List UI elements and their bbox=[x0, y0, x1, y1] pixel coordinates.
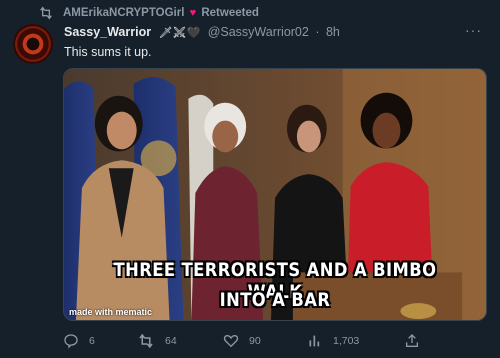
retweet-icon bbox=[139, 333, 153, 349]
name-emojis: 🗡⚔🖤 bbox=[158, 27, 201, 39]
user-handle[interactable]: @SassyWarrior02 bbox=[208, 25, 309, 39]
retweet-count: 64 bbox=[165, 335, 177, 347]
like-icon bbox=[223, 334, 239, 348]
retweet-label[interactable]: AMErikaNCRYPTOGirl ♥ Retweeted bbox=[63, 7, 259, 19]
more-icon[interactable]: ··· bbox=[465, 22, 482, 38]
views-button[interactable]: 1,703 bbox=[307, 332, 359, 350]
tweet-actions: 6 64 90 1,703 bbox=[63, 332, 463, 350]
timestamp[interactable]: 8h bbox=[326, 25, 340, 39]
retweet-context: AMErikaNCRYPTOGirl ♥ Retweeted bbox=[0, 0, 500, 26]
tweet-header: Sassy_Warrior 🗡⚔🖤 @SassyWarrior02 · 8h bbox=[64, 25, 340, 43]
tweet-media[interactable]: THREE TERRORISTS AND A BIMBO WALK INTO A… bbox=[63, 68, 487, 321]
share-icon bbox=[406, 334, 418, 347]
retweeted-text: Retweeted bbox=[201, 7, 259, 19]
retweet-button[interactable]: 64 bbox=[137, 332, 177, 350]
retweeter-name[interactable]: AMErikaNCRYPTOGirl bbox=[63, 7, 184, 19]
like-count: 90 bbox=[249, 335, 261, 347]
share-button[interactable] bbox=[404, 332, 430, 350]
reply-icon bbox=[64, 334, 78, 349]
views-icon bbox=[309, 335, 320, 347]
avatar[interactable] bbox=[13, 24, 53, 64]
tweet-text: This sums it up. bbox=[64, 45, 152, 59]
views-count: 1,703 bbox=[333, 335, 360, 347]
mematic-watermark: made with mematic bbox=[69, 307, 153, 317]
reply-count: 6 bbox=[89, 335, 95, 347]
separator-dot: · bbox=[315, 25, 320, 39]
heart-icon: ♥ bbox=[189, 7, 197, 19]
like-button[interactable]: 90 bbox=[223, 332, 261, 350]
reply-button[interactable]: 6 bbox=[63, 332, 95, 350]
display-name[interactable]: Sassy_Warrior bbox=[64, 25, 151, 39]
retweet-icon bbox=[38, 6, 54, 20]
